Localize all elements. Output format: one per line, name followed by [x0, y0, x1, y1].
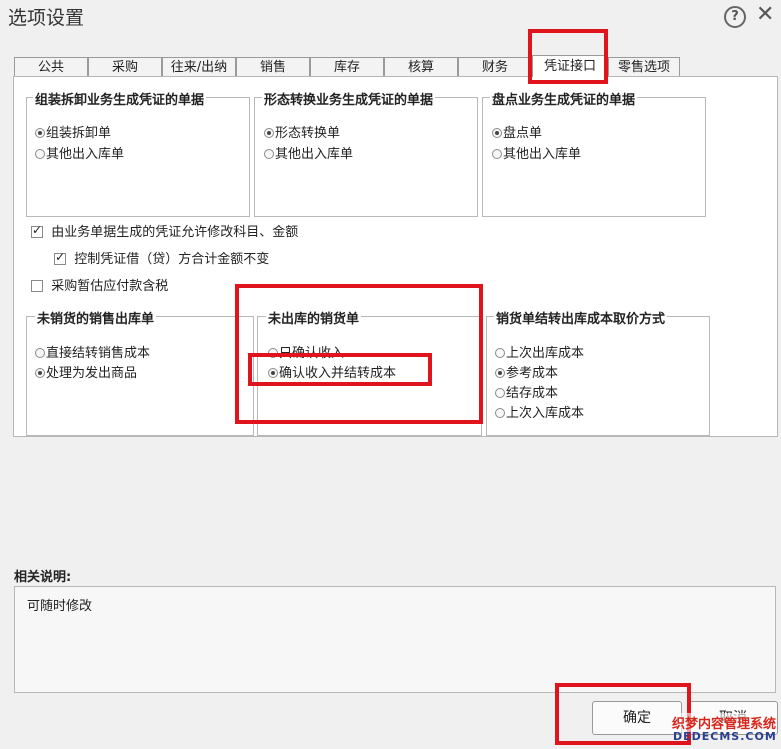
- radio-transform-other-doc[interactable]: 其他出入库单: [264, 143, 353, 162]
- radio-unselected-icon[interactable]: [495, 388, 505, 398]
- window-title: 选项设置: [8, 7, 85, 29]
- tab-inventory[interactable]: 库存: [310, 57, 384, 76]
- radio-last-outbound-cost[interactable]: 上次出库成本: [495, 342, 584, 361]
- group-unsold-outbound-title: 未销货的销售出库单: [35, 308, 157, 327]
- checkbox-unchecked-icon[interactable]: [31, 280, 43, 292]
- radio-selected-icon[interactable]: [495, 368, 505, 378]
- group-assembly-title: 组装拆卸业务生成凭证的单据: [33, 89, 207, 108]
- checkbox-estimate-tax[interactable]: 采购暂估应付款含税: [31, 275, 168, 294]
- description-text: 可随时修改: [27, 599, 93, 614]
- tab-finance[interactable]: 财务: [458, 57, 532, 76]
- checkbox-keep-total[interactable]: 控制凭证借（贷）方合计金额不变: [54, 248, 269, 267]
- highlight-voucher-tab: [528, 29, 608, 84]
- radio-transform-doc[interactable]: 形态转换单: [264, 122, 340, 141]
- highlight-ok-button: [555, 683, 691, 745]
- radio-unselected-icon[interactable]: [495, 348, 505, 358]
- watermark-url: DEDECMS.COM: [673, 730, 777, 743]
- radio-balance-cost[interactable]: 结存成本: [495, 382, 558, 401]
- help-icon[interactable]: ?: [724, 6, 746, 28]
- radio-assembly-doc[interactable]: 组装拆卸单: [35, 122, 111, 141]
- radio-stocktake-doc[interactable]: 盘点单: [492, 122, 542, 141]
- checkbox-checked-icon[interactable]: [54, 250, 66, 265]
- radio-assembly-other-doc[interactable]: 其他出入库单: [35, 143, 124, 162]
- radio-selected-icon[interactable]: [35, 368, 45, 378]
- radio-unselected-icon[interactable]: [35, 149, 45, 159]
- radio-last-inbound-cost[interactable]: 上次入库成本: [495, 402, 584, 421]
- tab-sales[interactable]: 销售: [236, 57, 310, 76]
- radio-selected-icon[interactable]: [492, 128, 502, 138]
- radio-unselected-icon[interactable]: [492, 149, 502, 159]
- checkbox-allow-modify[interactable]: 由业务单据生成的凭证允许修改科目、金额: [31, 221, 298, 240]
- group-transform-title: 形态转换业务生成凭证的单据: [262, 89, 436, 108]
- description-box: 可随时修改: [14, 586, 776, 693]
- group-cost-method-title: 销货单结转出库成本取价方式: [494, 308, 668, 327]
- tab-accounts-cashier[interactable]: 往来/出纳: [162, 57, 236, 76]
- radio-selected-icon[interactable]: [264, 128, 274, 138]
- tab-public[interactable]: 公共: [14, 57, 88, 76]
- tab-purchase[interactable]: 采购: [88, 57, 162, 76]
- tab-retail-options[interactable]: 零售选项: [608, 57, 680, 76]
- radio-unselected-icon[interactable]: [35, 348, 45, 358]
- description-label: 相关说明:: [14, 570, 72, 585]
- close-icon[interactable]: ✕: [756, 2, 774, 28]
- tab-accounting[interactable]: 核算: [384, 57, 458, 76]
- group-stocktake-title: 盘点业务生成凭证的单据: [490, 89, 638, 108]
- radio-shipped-goods[interactable]: 处理为发出商品: [35, 362, 137, 381]
- radio-reference-cost[interactable]: 参考成本: [495, 362, 558, 381]
- radio-unselected-icon[interactable]: [495, 408, 505, 418]
- radio-selected-icon[interactable]: [35, 128, 45, 138]
- radio-stocktake-other-doc[interactable]: 其他出入库单: [492, 143, 581, 162]
- radio-unselected-icon[interactable]: [264, 149, 274, 159]
- highlight-revenue-cost-option: [248, 353, 432, 386]
- radio-direct-cost[interactable]: 直接结转销售成本: [35, 342, 150, 361]
- checkbox-checked-icon[interactable]: [31, 223, 43, 238]
